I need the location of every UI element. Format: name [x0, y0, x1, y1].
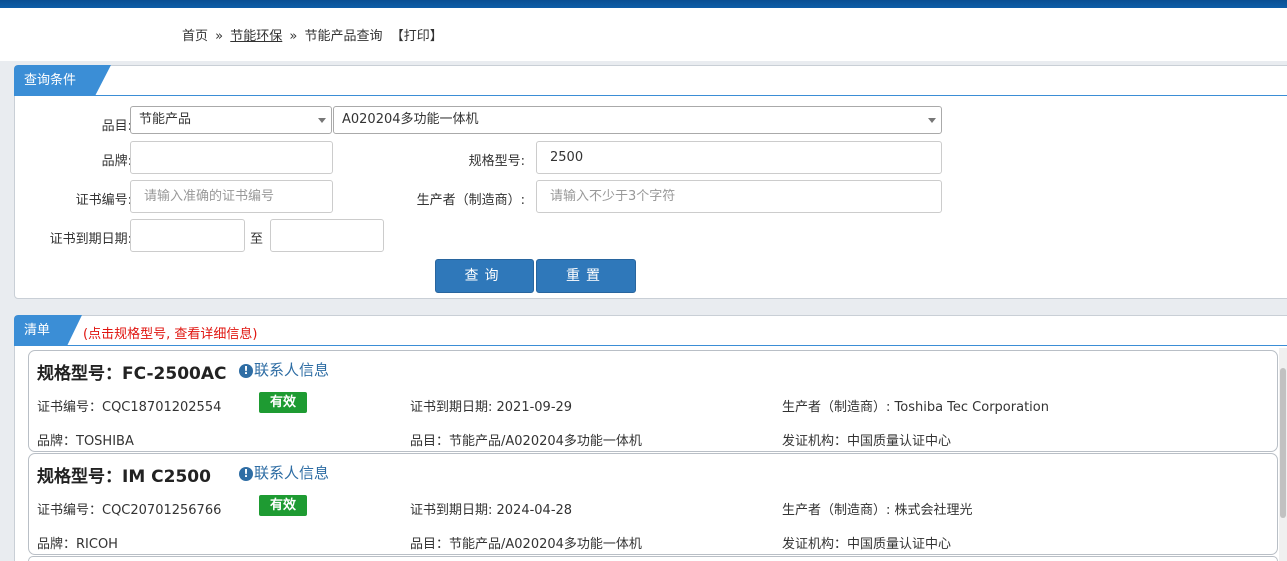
- expiry-date: 证书到期日期: 2021-09-29: [410, 400, 573, 415]
- list-panel-title: 清单: [24, 323, 51, 338]
- query-panel-title: 查询条件: [24, 73, 77, 88]
- manufacturer: 生产者（制造商）: 株式会社理光: [782, 503, 973, 518]
- reset-button[interactable]: 重置: [536, 259, 636, 293]
- result-card-partial: [28, 556, 1278, 561]
- cert-number-input[interactable]: 请输入准确的证书编号: [130, 180, 333, 213]
- query-panel-tab: 查询条件: [14, 65, 111, 96]
- brand-input[interactable]: [130, 141, 333, 174]
- maker-label: 生产者（制造商）:: [416, 193, 525, 208]
- brand: 品牌：RICOH: [37, 537, 118, 552]
- result-card: 规格型号：IM C2500 ! 联系人信息 证书编号：CQC20701256766…: [28, 453, 1278, 555]
- expiry-date: 证书到期日期: 2024-04-28: [410, 503, 573, 518]
- model-label: 规格型号:: [468, 154, 525, 169]
- category-select[interactable]: 节能产品: [130, 106, 332, 134]
- contact-info-link[interactable]: ! 联系人信息: [239, 359, 329, 380]
- issuing-body: 发证机构：中国质量认证中心: [782, 537, 952, 552]
- category-label: 品目:: [101, 119, 132, 134]
- status-badge: 有效: [259, 495, 307, 516]
- brand: 品牌：TOSHIBA: [37, 434, 134, 449]
- breadcrumb: 首页 » 节能环保 » 节能产品查询 【打印】: [182, 25, 443, 44]
- category-select-value: 节能产品: [139, 112, 192, 127]
- list-hint: (点击规格型号, 查看详细信息): [83, 327, 258, 342]
- scrollbar[interactable]: [1279, 348, 1287, 561]
- search-button[interactable]: 查询: [435, 259, 534, 293]
- expiry-date-label: 证书到期日期:: [49, 232, 132, 247]
- model-title-link[interactable]: 规格型号：FC-2500AC: [37, 359, 226, 384]
- manufacturer: 生产者（制造商）: Toshiba Tec Corporation: [782, 400, 1049, 415]
- query-panel: 查询条件 品目: 节能产品 A020204多功能一体机 品牌: 规格型号: 25…: [14, 65, 1287, 299]
- scrollbar-thumb[interactable]: [1280, 368, 1286, 518]
- contact-info-label: 联系人信息: [254, 464, 330, 482]
- expiry-to-label: 至: [250, 232, 264, 247]
- panel-divider: [15, 95, 1287, 96]
- cert-number-label: 证书编号:: [75, 193, 132, 208]
- breadcrumb-separator: »: [215, 29, 224, 44]
- panel-divider: [15, 345, 1287, 346]
- breadcrumb-area: 首页 » 节能环保 » 节能产品查询 【打印】: [0, 8, 1287, 61]
- info-circle-icon: !: [239, 467, 253, 481]
- info-circle-icon: !: [239, 364, 253, 378]
- list-panel-tab: 清单: [14, 315, 82, 346]
- caret-down-icon: [318, 118, 326, 123]
- cert-number: 证书编号：CQC20701256766: [37, 503, 222, 518]
- model-input[interactable]: 2500: [536, 141, 942, 174]
- caret-down-icon: [928, 118, 936, 123]
- contact-info-label: 联系人信息: [254, 361, 330, 379]
- issuing-body: 发证机构：中国质量认证中心: [782, 434, 952, 449]
- subcategory-select[interactable]: A020204多功能一体机: [333, 106, 942, 134]
- breadcrumb-current-page: 节能产品查询: [304, 29, 383, 44]
- breadcrumb-home[interactable]: 首页: [182, 29, 208, 44]
- category: 品目：节能产品/A020204多功能一体机: [410, 537, 642, 552]
- breadcrumb-separator: »: [289, 29, 298, 44]
- expiry-from-input[interactable]: [130, 219, 245, 252]
- result-card: 规格型号：FC-2500AC ! 联系人信息 证书编号：CQC1870120255…: [28, 350, 1278, 452]
- brand-label: 品牌:: [101, 154, 132, 169]
- expiry-to-input[interactable]: [270, 219, 384, 252]
- maker-input[interactable]: 请输入不少于3个字符: [536, 180, 942, 213]
- status-badge: 有效: [259, 392, 307, 413]
- breadcrumb-section-link[interactable]: 节能环保: [230, 29, 282, 44]
- subcategory-select-value: A020204多功能一体机: [342, 112, 479, 127]
- cert-number: 证书编号：CQC18701202554: [37, 400, 222, 415]
- category: 品目：节能产品/A020204多功能一体机: [410, 434, 642, 449]
- print-link[interactable]: 【打印】: [391, 29, 443, 44]
- contact-info-link[interactable]: ! 联系人信息: [239, 462, 329, 483]
- top-bar: [0, 0, 1287, 8]
- model-title-link[interactable]: 规格型号：IM C2500: [37, 462, 211, 487]
